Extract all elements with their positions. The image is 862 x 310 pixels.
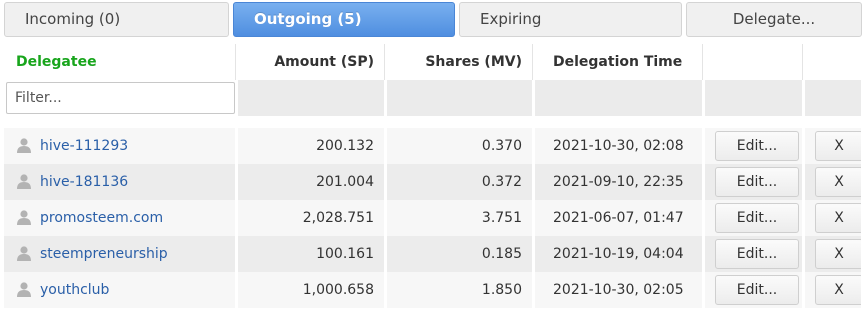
amount-cell: 200.132 — [238, 128, 385, 164]
delegation-time-cell: 2021-10-30, 02:08 — [535, 128, 703, 164]
filter-cell-empty — [535, 80, 703, 116]
filter-cell — [4, 80, 236, 116]
remove-button[interactable]: X — [815, 203, 861, 233]
delegatee-link[interactable]: hive-111293 — [40, 138, 128, 154]
edit-cell: Edit... — [705, 200, 803, 236]
filter-row — [4, 80, 862, 116]
user-icon — [17, 173, 31, 189]
edit-cell: Edit... — [705, 128, 803, 164]
shares-cell: 0.372 — [387, 164, 533, 200]
edit-cell: Edit... — [705, 236, 803, 272]
amount-cell: 1,000.658 — [238, 272, 385, 308]
column-header-delegation-time[interactable]: Delegation Time — [535, 44, 703, 80]
tab-outgoing[interactable]: Outgoing (5) — [233, 2, 455, 37]
delegation-time-cell: 2021-10-30, 02:05 — [535, 272, 703, 308]
filter-input[interactable] — [6, 82, 235, 114]
tab-bar: Incoming (0) Outgoing (5) Expiring Deleg… — [0, 0, 862, 40]
edit-button[interactable]: Edit... — [715, 203, 799, 233]
remove-button[interactable]: X — [815, 275, 861, 305]
delegatee-cell: youthclub — [4, 272, 236, 308]
delegatee-link[interactable]: hive-181136 — [40, 174, 128, 190]
delegatee-cell: hive-181136 — [4, 164, 236, 200]
user-icon — [17, 245, 31, 261]
edit-button[interactable]: Edit... — [715, 131, 799, 161]
remove-cell: X — [805, 164, 862, 200]
user-icon — [17, 137, 31, 153]
shares-cell: 3.751 — [387, 200, 533, 236]
column-header-shares[interactable]: Shares (MV) — [387, 44, 533, 80]
remove-cell: X — [805, 200, 862, 236]
remove-cell: X — [805, 128, 862, 164]
edit-button[interactable]: Edit... — [715, 167, 799, 197]
edit-button[interactable]: Edit... — [715, 239, 799, 269]
remove-button[interactable]: X — [815, 167, 861, 197]
delegatee-link[interactable]: steempreneurship — [40, 246, 168, 262]
column-header-remove — [805, 44, 862, 80]
user-icon — [17, 281, 31, 297]
tab-expiring[interactable]: Expiring — [459, 2, 682, 37]
delegation-time-cell: 2021-06-07, 01:47 — [535, 200, 703, 236]
filter-cell-empty — [805, 80, 862, 116]
delegate-button[interactable]: Delegate... — [686, 2, 862, 37]
shares-cell: 1.850 — [387, 272, 533, 308]
amount-cell: 100.161 — [238, 236, 385, 272]
amount-cell: 201.004 — [238, 164, 385, 200]
amount-cell: 2,028.751 — [238, 200, 385, 236]
tab-incoming[interactable]: Incoming (0) — [4, 2, 229, 37]
delegatee-cell: steempreneurship — [4, 236, 236, 272]
user-icon — [17, 209, 31, 225]
table-row: hive-111293 200.132 0.370 2021-10-30, 02… — [4, 128, 862, 164]
column-header-delegatee[interactable]: Delegatee — [4, 44, 236, 80]
delegatee-cell: hive-111293 — [4, 128, 236, 164]
delegation-time-cell: 2021-09-10, 22:35 — [535, 164, 703, 200]
table-row: hive-181136 201.004 0.372 2021-09-10, 22… — [4, 164, 862, 200]
filter-cell-empty — [387, 80, 533, 116]
remove-cell: X — [805, 236, 862, 272]
delegation-time-cell: 2021-10-19, 04:04 — [535, 236, 703, 272]
edit-button[interactable]: Edit... — [715, 275, 799, 305]
shares-cell: 0.185 — [387, 236, 533, 272]
column-header-edit — [705, 44, 803, 80]
column-header-amount[interactable]: Amount (SP) — [238, 44, 385, 80]
filter-cell-empty — [238, 80, 385, 116]
table-row: youthclub 1,000.658 1.850 2021-10-30, 02… — [4, 272, 862, 308]
filter-cell-empty — [705, 80, 803, 116]
delegatee-link[interactable]: promosteem.com — [40, 210, 163, 226]
shares-cell: 0.370 — [387, 128, 533, 164]
remove-button[interactable]: X — [815, 239, 861, 269]
table-header-row: Delegatee Amount (SP) Shares (MV) Delega… — [4, 44, 862, 80]
edit-cell: Edit... — [705, 164, 803, 200]
remove-button[interactable]: X — [815, 131, 861, 161]
delegatee-link[interactable]: youthclub — [40, 282, 109, 298]
table-row: steempreneurship 100.161 0.185 2021-10-1… — [4, 236, 862, 272]
remove-cell: X — [805, 272, 862, 308]
edit-cell: Edit... — [705, 272, 803, 308]
delegatee-cell: promosteem.com — [4, 200, 236, 236]
table-row: promosteem.com 2,028.751 3.751 2021-06-0… — [4, 200, 862, 236]
